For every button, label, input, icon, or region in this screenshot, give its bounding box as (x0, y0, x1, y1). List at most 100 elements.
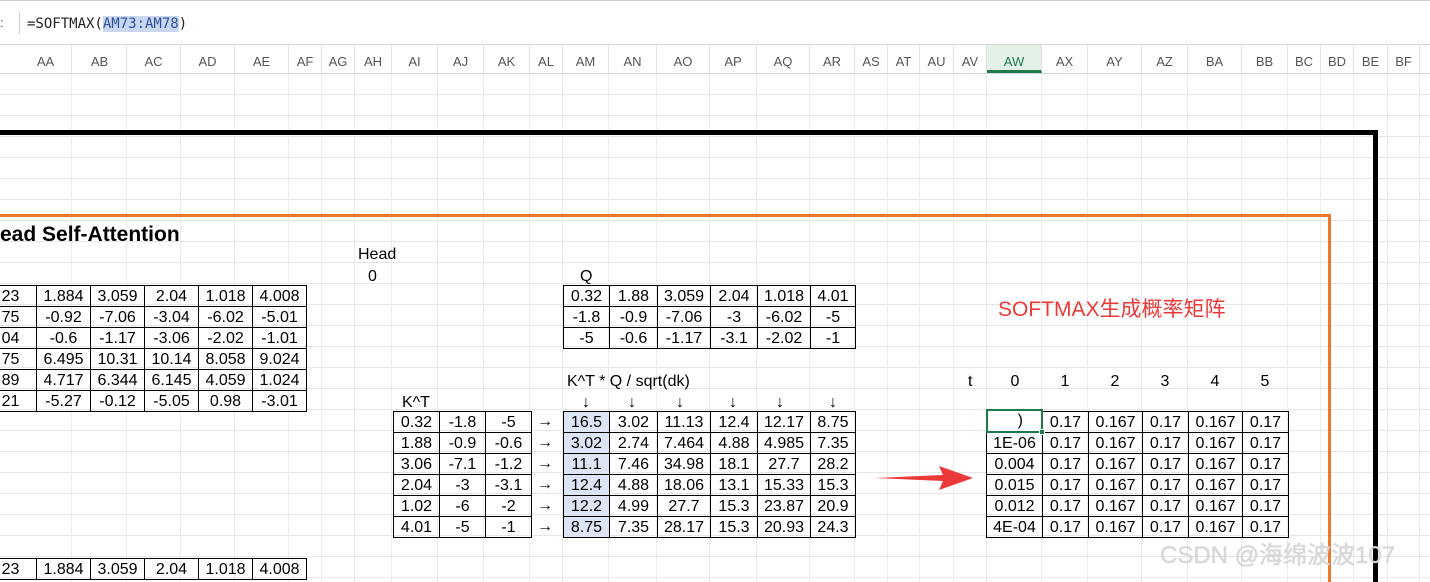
column-header-be[interactable]: BE (1354, 45, 1388, 73)
table-cell[interactable]: 12.4 (563, 474, 610, 496)
column-header-av[interactable]: AV (954, 45, 987, 73)
table-cell[interactable]: 4.985 (757, 432, 811, 454)
column-header-as[interactable]: AS (855, 45, 888, 73)
table-cell[interactable]: 89 (0, 369, 37, 391)
table-cell[interactable]: 0.98 (198, 390, 253, 412)
table-cell[interactable]: 3.02 (563, 432, 610, 454)
table-cell[interactable]: -5 (810, 306, 856, 328)
table-cell[interactable]: -1.17 (657, 327, 711, 349)
table-cell[interactable]: 0.17 (1142, 474, 1189, 496)
table-cell[interactable]: 4.88 (609, 474, 658, 496)
table-cell[interactable]: 28.2 (810, 453, 856, 475)
table-cell[interactable]: 4.99 (609, 495, 658, 517)
table-cell[interactable]: 4.008 (252, 285, 307, 307)
fill-handle[interactable] (1039, 429, 1045, 435)
formula-bar[interactable]: : =SOFTMAX(AM73:AM78) (0, 0, 1430, 45)
table-cell[interactable]: 7.35 (810, 432, 856, 454)
table-cell[interactable]: 8.058 (198, 348, 253, 370)
table-cell[interactable]: -7.1 (439, 453, 486, 475)
column-header-bf[interactable]: BF (1388, 45, 1420, 73)
table-cell[interactable]: 1.88 (393, 432, 440, 454)
table-cell[interactable]: 23 (0, 285, 37, 307)
table-cell[interactable]: 6.344 (90, 369, 145, 391)
table-cell[interactable]: 18.06 (657, 474, 711, 496)
table-cell[interactable]: 15.3 (810, 474, 856, 496)
table-cell[interactable]: 0.32 (563, 285, 610, 307)
table-cell[interactable]: 1.018 (198, 285, 253, 307)
table-cell[interactable]: 0.167 (1188, 495, 1243, 517)
table-cell[interactable]: -5.01 (252, 306, 307, 328)
column-header-ah[interactable]: AH (355, 45, 392, 73)
table-cell[interactable]: -3.04 (144, 306, 199, 328)
column-header-aw[interactable]: AW (987, 45, 1042, 73)
table-cell[interactable]: 0.32 (393, 411, 440, 433)
table-cell[interactable]: -5 (563, 327, 610, 349)
table-cell[interactable]: 20.9 (810, 495, 856, 517)
table-cell[interactable]: 0.167 (1088, 432, 1143, 454)
table-cell[interactable]: 23.87 (757, 495, 811, 517)
table-cell[interactable]: 4E-04 (986, 516, 1043, 538)
column-header-am[interactable]: AM (563, 45, 609, 73)
table-cell[interactable]: -6 (439, 495, 486, 517)
table-cell[interactable]: 15.3 (710, 516, 758, 538)
name-box-fragment[interactable]: : (0, 15, 4, 30)
table-cell[interactable]: 13.1 (710, 474, 758, 496)
table-cell[interactable]: 28.17 (657, 516, 711, 538)
table-cell[interactable]: 2.04 (144, 558, 199, 580)
column-header-ap[interactable]: AP (710, 45, 757, 73)
table-cell[interactable]: -0.12 (90, 390, 145, 412)
table-cell[interactable]: -1 (810, 327, 856, 349)
table-cell[interactable]: 12.4 (710, 411, 758, 433)
table-cell[interactable]: -1.8 (439, 411, 486, 433)
table-cell[interactable]: -1.8 (563, 306, 610, 328)
table-cell[interactable]: 21 (0, 390, 37, 412)
column-header-ai[interactable]: AI (392, 45, 438, 73)
table-cell[interactable]: 0.004 (986, 453, 1043, 475)
column-header-an[interactable]: AN (609, 45, 657, 73)
table-cell[interactable]: 0.015 (986, 474, 1043, 496)
table-cell[interactable]: 4.01 (393, 516, 440, 538)
table-cell[interactable]: 0.167 (1088, 495, 1143, 517)
table-cell[interactable]: -2 (485, 495, 532, 517)
table-cell[interactable]: 1.024 (252, 369, 307, 391)
table-cell[interactable]: 0.167 (1188, 432, 1243, 454)
table-cell[interactable]: -2.02 (198, 327, 253, 349)
table-cell[interactable]: 04 (0, 327, 37, 349)
table-cell[interactable]: 0.167 (1188, 411, 1243, 433)
table-cell[interactable]: 8.75 (563, 516, 610, 538)
table-cell[interactable]: 7.35 (609, 516, 658, 538)
table-cell[interactable]: 0.012 (986, 495, 1043, 517)
table-cell[interactable]: 3.02 (609, 411, 658, 433)
active-cell[interactable]: ) (986, 409, 1043, 433)
table-cell[interactable]: 0.167 (1188, 516, 1243, 538)
column-header-at[interactable]: AT (888, 45, 920, 73)
table-cell[interactable]: 0.17 (1042, 474, 1089, 496)
table-cell[interactable]: -3 (439, 474, 486, 496)
table-cell[interactable]: 0.17 (1242, 516, 1289, 538)
table-cell[interactable]: 6.145 (144, 369, 199, 391)
column-header-ar[interactable]: AR (810, 45, 855, 73)
table-cell[interactable]: 9.024 (252, 348, 307, 370)
table-cell[interactable]: 0.167 (1088, 411, 1143, 433)
table-cell[interactable]: 20.93 (757, 516, 811, 538)
table-cell[interactable]: -6.02 (757, 306, 811, 328)
table-cell[interactable]: -0.6 (36, 327, 91, 349)
table-cell[interactable]: 1.88 (609, 285, 658, 307)
column-header-ad[interactable]: AD (181, 45, 235, 73)
column-header-ae[interactable]: AE (235, 45, 289, 73)
table-cell[interactable]: 11.13 (657, 411, 711, 433)
table-cell[interactable]: 0.17 (1242, 411, 1289, 433)
table-cell[interactable]: 10.31 (90, 348, 145, 370)
column-header-ba[interactable]: BA (1188, 45, 1242, 73)
table-cell[interactable]: 27.7 (657, 495, 711, 517)
table-cell[interactable]: 0.17 (1142, 432, 1189, 454)
table-cell[interactable]: 4.008 (252, 558, 307, 580)
table-cell[interactable]: -0.92 (36, 306, 91, 328)
table-cell[interactable]: 7.464 (657, 432, 711, 454)
table-cell[interactable]: -3.1 (710, 327, 758, 349)
column-header-aa[interactable]: AA (20, 45, 72, 73)
table-cell[interactable]: 2.74 (609, 432, 658, 454)
table-cell[interactable]: 23 (0, 558, 37, 580)
table-cell[interactable]: 1.018 (198, 558, 253, 580)
table-cell[interactable]: 75 (0, 348, 37, 370)
